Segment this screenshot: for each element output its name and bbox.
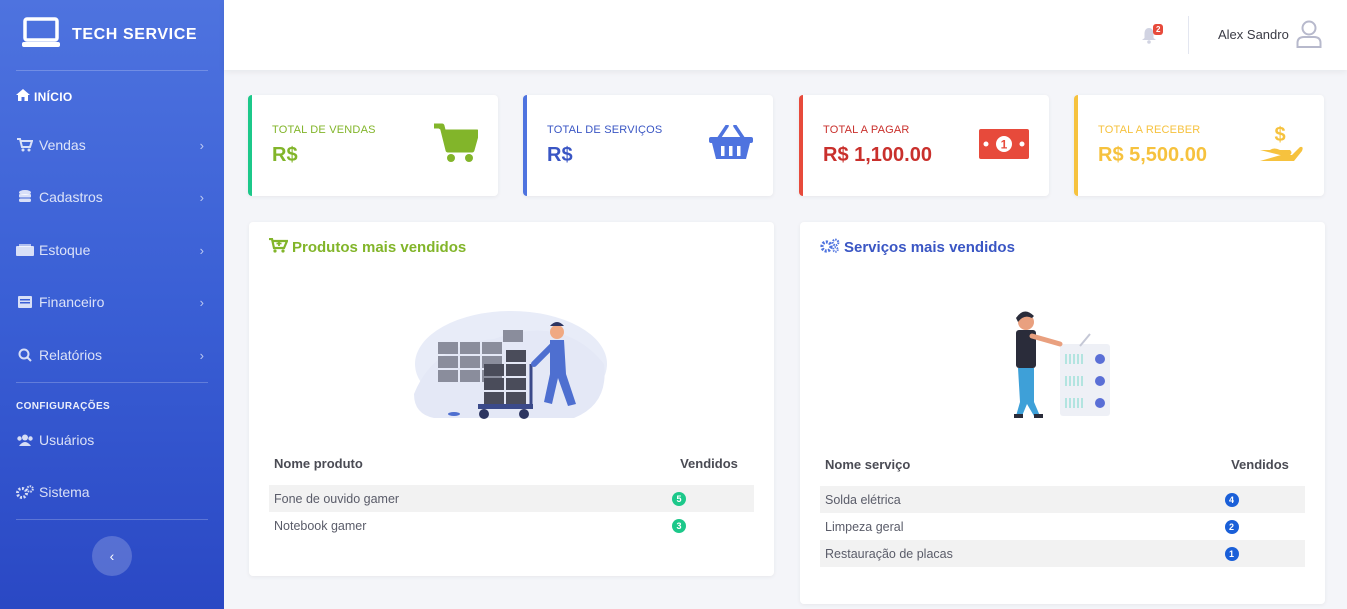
user-avatar-icon[interactable] [1296,20,1322,53]
sidebar-divider [16,70,208,71]
stat-label: TOTAL DE VENDAS [272,124,376,136]
panel-title: Produtos mais vendidos [269,237,467,257]
cogs-icon [16,485,34,499]
product-name: Notebook gamer [274,518,367,533]
sidebar-item-label: Estoque [39,242,91,258]
sidebar-item-usuarios[interactable]: Usuários [16,432,208,448]
stat-label: TOTAL A PAGAR [823,124,910,136]
server-technician-illustration [1010,306,1115,426]
stat-card-servicos: TOTAL DE SERVIÇOS R$ [523,95,773,196]
services-table: Nome serviço Vendidos Solda elétrica 4 L… [820,449,1305,567]
topbar-divider [1188,16,1189,54]
cart-icon [16,138,34,152]
cart-icon [434,123,480,168]
table-row[interactable]: Limpeza geral 2 [820,513,1305,540]
section-label-configuracoes: CONFIGURAÇÕES [16,401,111,412]
user-name[interactable]: Alex Sandro [1218,27,1289,42]
chevron-right-icon: › [199,294,204,310]
product-name: Fone de ouvido gamer [274,491,400,506]
stat-value: R$ [272,144,298,166]
col-name-header: Nome serviço [825,456,911,472]
panel-title-text: Produtos mais vendidos [292,239,467,256]
sold-count-badge: 5 [672,492,686,506]
money-icon [16,296,34,308]
table-row[interactable]: Solda elétrica 4 [820,486,1305,513]
sidebar: TECH SERVICE INÍCIO Vendas › Cadastros ›… [0,0,224,609]
stat-value: R$ 1,100.00 [823,144,932,166]
service-name: Solda elétrica [825,492,901,507]
sidebar-item-label: Cadastros [39,189,103,205]
money-bill-icon: 1 [979,129,1029,164]
svg-text:$: $ [1274,124,1285,146]
sidebar-item-label: Usuários [39,432,95,448]
database-icon [16,190,34,204]
laptop-icon [22,16,60,54]
table-row[interactable]: Notebook gamer 3 [269,512,754,539]
table-row[interactable]: Fone de ouvido gamer 5 [269,485,754,512]
sidebar-divider [16,519,208,520]
sidebar-item-label: Relatórios [39,347,103,363]
home-icon [16,89,30,104]
brand-title: TECH SERVICE [72,26,198,43]
sold-count-badge: 2 [1224,520,1239,534]
svg-text:1: 1 [1001,138,1008,152]
sidebar-toggle-button[interactable]: ‹ [92,536,132,576]
sidebar-item-label: INÍCIO [34,89,73,104]
warehouse-illustration [414,304,609,426]
basket-icon [709,124,753,166]
products-table: Nome produto Vendidos Fone de ouvido gam… [269,448,754,539]
col-name-header: Nome produto [274,455,363,471]
sidebar-item-relatorios[interactable]: Relatórios › [16,347,208,363]
sidebar-item-label: Sistema [39,484,90,500]
sold-count-badge: 3 [672,519,686,533]
sidebar-item-vendas[interactable]: Vendas › [16,137,208,153]
cogs-icon [820,238,840,257]
stat-value: R$ 5,500.00 [1098,144,1207,166]
notification-count-badge: 2 [1153,24,1164,35]
hand-coin-icon: $ [1260,123,1304,170]
table-row[interactable]: Restauração de placas 1 [820,540,1305,567]
search-icon [16,348,34,362]
sidebar-item-label: Vendas [39,137,86,153]
stat-label: TOTAL A RECEBER [1098,124,1201,136]
users-icon [16,434,34,446]
services-panel: Serviços mais vendidos Nome serviço Vend… [800,222,1325,604]
table-header: Nome serviço Vendidos [820,449,1305,479]
service-name: Limpeza geral [825,519,904,534]
brand[interactable]: TECH SERVICE [0,0,224,70]
box-icon [16,244,34,256]
col-sold-header: Vendidos [680,455,738,471]
sidebar-item-estoque[interactable]: Estoque › [16,242,208,258]
stat-card-pagar: TOTAL A PAGAR R$ 1,100.00 1 [799,95,1049,196]
chevron-right-icon: › [199,242,204,258]
chevron-right-icon: › [199,189,204,205]
table-header: Nome produto Vendidos [269,448,754,478]
sidebar-item-inicio[interactable]: INÍCIO [16,89,72,104]
panel-title: Serviços mais vendidos [820,238,1015,257]
stat-card-vendas: TOTAL DE VENDAS R$ [248,95,498,196]
sidebar-item-sistema[interactable]: Sistema [16,484,208,500]
sidebar-item-cadastros[interactable]: Cadastros › [16,189,208,205]
panel-title-text: Serviços mais vendidos [844,239,1015,256]
stat-card-receber: TOTAL A RECEBER R$ 5,500.00 $ [1074,95,1324,196]
products-panel: Produtos mais vendidos Nome produto Vend… [249,222,774,576]
stat-label: TOTAL DE SERVIÇOS [547,124,663,136]
sidebar-divider [16,382,208,383]
service-name: Restauração de placas [825,546,953,561]
sidebar-item-label: Financeiro [39,294,105,310]
sidebar-item-financeiro[interactable]: Financeiro › [16,294,208,310]
stat-value: R$ [547,144,573,166]
sold-count-badge: 4 [1224,493,1239,507]
topbar: 2 Alex Sandro [224,0,1347,70]
chevron-right-icon: › [199,137,204,153]
chevron-right-icon: › [199,347,204,363]
chevron-left-icon: ‹ [109,548,115,564]
cart-plus-icon [269,237,289,257]
col-sold-header: Vendidos [1231,456,1289,472]
sold-count-badge: 1 [1224,547,1239,561]
